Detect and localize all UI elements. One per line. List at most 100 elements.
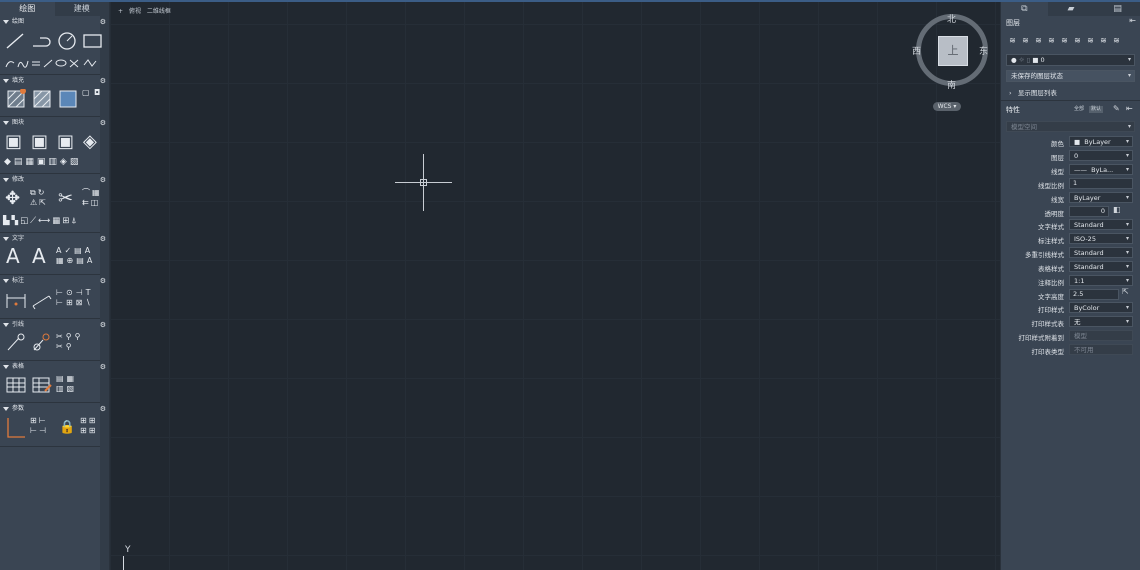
block-small-tools[interactable]: ◆▤▦▣▥◈▧: [4, 155, 104, 169]
aligned-dimension-icon[interactable]: [31, 290, 53, 310]
gear-icon[interactable]: ⚙: [100, 76, 106, 86]
layer-isolate-icon[interactable]: ≋: [1058, 36, 1071, 45]
linetype-scale-input[interactable]: 1: [1069, 178, 1133, 189]
text-height-icon[interactable]: ⇱: [1122, 287, 1129, 296]
compass-west[interactable]: 西: [912, 44, 921, 57]
auto-constrain-icon[interactable]: ⊞⊢ ⊢⊣: [30, 416, 54, 436]
gear-icon[interactable]: ⚙: [100, 175, 106, 185]
all-button[interactable]: 全部: [1072, 106, 1086, 113]
draw-small-tools[interactable]: [4, 57, 100, 69]
sheet-set-tab[interactable]: ▰: [1048, 2, 1095, 16]
circle-icon[interactable]: [56, 31, 78, 51]
rectangle-icon[interactable]: [82, 31, 104, 51]
section-header[interactable]: 参数 ⚙: [0, 404, 109, 414]
viewcube-top-face[interactable]: 上: [938, 36, 968, 66]
modify-small-tools[interactable]: ▙▚◱⟋⟷▦⊞⍋: [3, 214, 107, 228]
layer-dropdown[interactable]: 0 ▾: [1069, 150, 1133, 161]
modify-tools-b[interactable]: ⌒▦ ⇇◫: [82, 188, 106, 208]
visual-style-button[interactable]: 二维线框: [147, 8, 171, 15]
trim-icon[interactable]: ✂: [58, 189, 73, 209]
plot-style-table-dropdown[interactable]: 无 ▾: [1069, 316, 1133, 327]
edit-block-icon[interactable]: ▣: [57, 132, 74, 152]
leader-small-tools[interactable]: ✂⚲⚲ ✂⚲: [56, 332, 96, 352]
polyline-icon[interactable]: [30, 31, 52, 51]
color-dropdown[interactable]: ■ ByLayer ▾: [1069, 136, 1133, 147]
lock-icon[interactable]: 🔒: [59, 421, 75, 435]
gradient-icon[interactable]: [32, 89, 52, 109]
table-icon[interactable]: [5, 375, 27, 395]
move-icon[interactable]: ✥: [5, 189, 20, 209]
text-height-input[interactable]: 2.5: [1069, 289, 1119, 300]
gear-icon[interactable]: ⚙: [100, 362, 106, 372]
layer-states-icon[interactable]: ≋: [1019, 36, 1032, 45]
compass-north[interactable]: 北: [947, 12, 956, 25]
viewport-menu-button[interactable]: +: [118, 8, 123, 15]
multileader-style-dropdown[interactable]: Standard ▾: [1069, 247, 1133, 258]
attribute-icon[interactable]: ◈: [83, 132, 97, 152]
layer-unisolate-icon[interactable]: ≋: [1071, 36, 1084, 45]
properties-tab[interactable]: ⧉: [1001, 2, 1048, 16]
drawing-canvas[interactable]: + 俯视 二维线框 上 北 南 东 西 WCS ▾ Y: [110, 2, 1000, 570]
layer-lock-icon[interactable]: ≋: [1110, 36, 1123, 45]
text-small-tools[interactable]: A✓▤A ▦⊕▤A: [56, 246, 106, 266]
text-style-dropdown[interactable]: Standard ▾: [1069, 219, 1133, 230]
edit-icon[interactable]: ✎: [1113, 104, 1120, 113]
section-header[interactable]: 图块 ⚙: [0, 118, 109, 128]
pin-icon[interactable]: ⇤: [1129, 16, 1136, 25]
viewcube[interactable]: 上 北 南 东 西: [912, 12, 988, 91]
gear-icon[interactable]: ⚙: [100, 320, 106, 330]
layer-match-icon[interactable]: ≋: [1045, 36, 1058, 45]
linear-dimension-icon[interactable]: [5, 290, 27, 310]
transparency-icon[interactable]: ◧: [1113, 205, 1121, 214]
lineweight-dropdown[interactable]: ByLayer ▾: [1069, 192, 1133, 203]
boundary-icon[interactable]: [58, 89, 78, 109]
section-header[interactable]: 绘图 ⚙: [0, 17, 109, 27]
linetype-dropdown[interactable]: —— ByLa... ▾: [1069, 164, 1133, 175]
layout-tab[interactable]: ▤: [1094, 2, 1140, 16]
tab-modeling[interactable]: 建模: [54, 2, 109, 16]
hatch-icon[interactable]: [6, 89, 26, 109]
view-direction-button[interactable]: 俯视: [129, 8, 141, 15]
layer-state-dropdown[interactable]: 未保存的图层状态 ▾: [1006, 70, 1135, 82]
current-layer-dropdown[interactable]: ● ☼ ▯ ■ 0 ▾: [1006, 54, 1135, 66]
section-header[interactable]: 填充 ⚙: [0, 76, 109, 86]
pin-icon[interactable]: ⇤: [1126, 104, 1133, 113]
line-icon[interactable]: [4, 31, 26, 51]
default-button[interactable]: 默认: [1089, 106, 1104, 113]
layer-freeze-icon[interactable]: ≋: [1084, 36, 1097, 45]
gear-icon[interactable]: ⚙: [100, 404, 106, 414]
modify-tools-a[interactable]: ⧉↻ ⚠⇱: [30, 188, 54, 208]
gear-icon[interactable]: ⚙: [100, 276, 106, 286]
constraint-icon[interactable]: [5, 416, 27, 440]
wipeout-icon[interactable]: ◘: [94, 88, 100, 98]
parametric-small-tools[interactable]: ⊞⊞ ⊞⊞: [80, 416, 108, 436]
single-line-text-icon[interactable]: A: [32, 246, 46, 266]
create-block-icon[interactable]: ▣: [31, 132, 48, 152]
dimension-style-dropdown[interactable]: ISO-25 ▾: [1069, 233, 1133, 244]
wcs-menu[interactable]: WCS ▾: [933, 102, 961, 111]
multiline-text-icon[interactable]: A: [6, 246, 20, 266]
plot-style-dropdown[interactable]: ByColor ▾: [1069, 302, 1133, 313]
section-header[interactable]: 表格 ⚙: [0, 362, 109, 372]
show-layer-list-toggle[interactable]: › 显示图层列表: [1009, 87, 1057, 97]
dimension-small-tools[interactable]: ⊢⊙⊣T ⊢⊞⊠∖: [56, 288, 106, 308]
table-small-tools[interactable]: ▤▦ ▥▧: [56, 374, 86, 394]
layer-off-icon[interactable]: ≋: [1097, 36, 1110, 45]
multileader-icon[interactable]: [31, 332, 53, 352]
insert-block-icon[interactable]: ▣: [5, 132, 22, 152]
set-current-icon[interactable]: ≋: [1032, 36, 1045, 45]
layer-properties-icon[interactable]: ≋: [1006, 36, 1019, 45]
gear-icon[interactable]: ⚙: [100, 17, 106, 27]
leader-icon[interactable]: [5, 332, 27, 352]
compass-south[interactable]: 南: [947, 78, 956, 91]
transparency-input[interactable]: 0: [1069, 206, 1109, 217]
annotation-scale-dropdown[interactable]: 1:1 ▾: [1069, 275, 1133, 286]
table-style-dropdown[interactable]: Standard ▾: [1069, 261, 1133, 272]
tab-draw[interactable]: 绘图: [0, 2, 55, 16]
section-header[interactable]: 修改 ⚙: [0, 175, 109, 185]
table-style-icon[interactable]: [31, 375, 53, 395]
section-header[interactable]: 标注 ⚙: [0, 276, 109, 286]
section-header[interactable]: 引线 ⚙: [0, 320, 109, 330]
gear-icon[interactable]: ⚙: [100, 234, 106, 244]
compass-east[interactable]: 东: [979, 44, 988, 57]
